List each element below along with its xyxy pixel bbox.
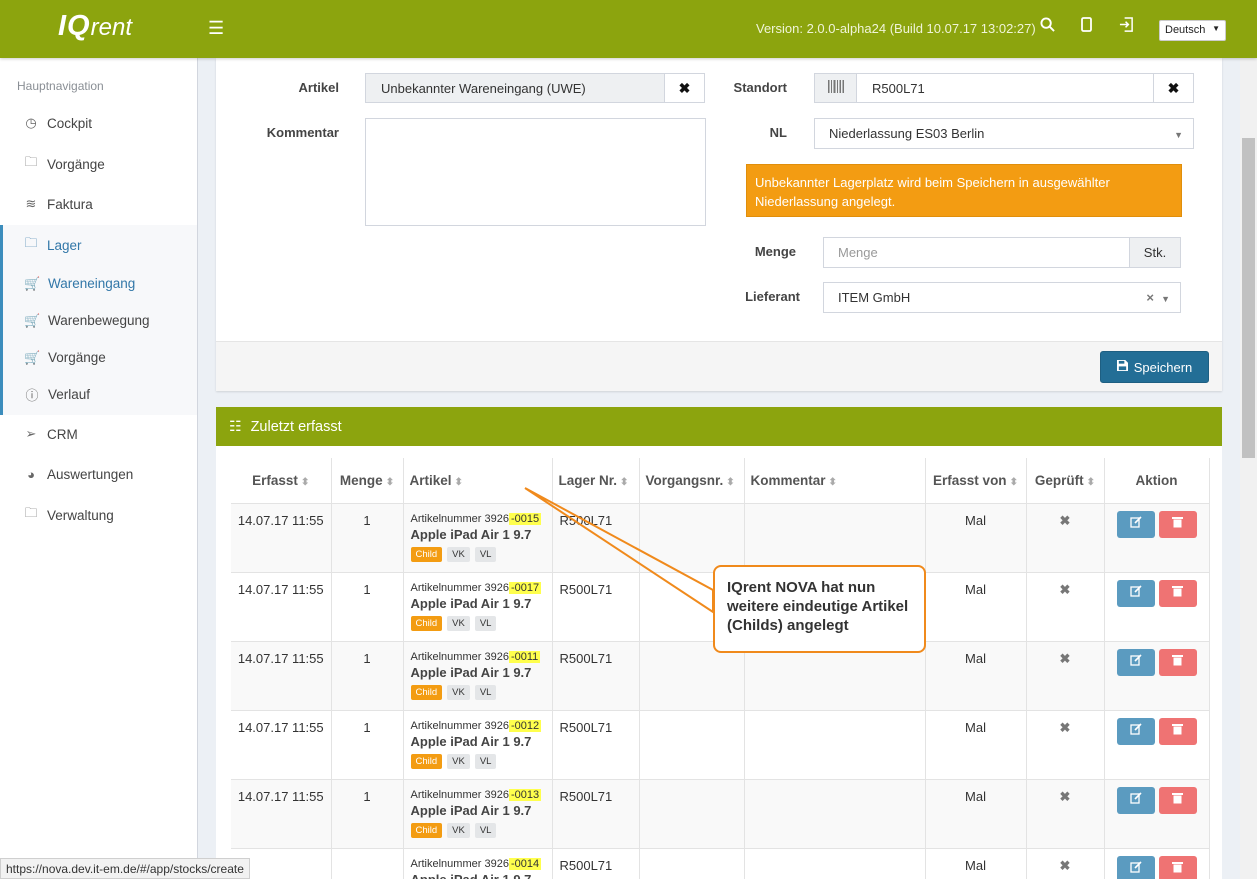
language-select[interactable]: Deutsch ▼ bbox=[1159, 20, 1226, 41]
logout-icon[interactable] bbox=[1119, 17, 1134, 36]
caret-down-icon: ▼ bbox=[1212, 24, 1220, 33]
search-icon[interactable] bbox=[1040, 17, 1055, 36]
status-url: https://nova.dev.it-em.de/#/app/stocks/c… bbox=[0, 858, 250, 879]
annotation-arrow bbox=[524, 487, 714, 614]
hamburger-icon[interactable]: ☰ bbox=[208, 18, 224, 39]
app-logo[interactable]: IQrent bbox=[58, 10, 132, 43]
mobile-icon[interactable] bbox=[1081, 17, 1092, 36]
annotation-callout: IQrent NOVA hat nun weitere eindeutige A… bbox=[713, 565, 926, 653]
version-label: Version: 2.0.0-alpha24 (Build 10.07.17 1… bbox=[756, 21, 1036, 36]
top-header: IQrent ☰ Version: 2.0.0-alpha24 (Build 1… bbox=[0, 0, 1257, 58]
